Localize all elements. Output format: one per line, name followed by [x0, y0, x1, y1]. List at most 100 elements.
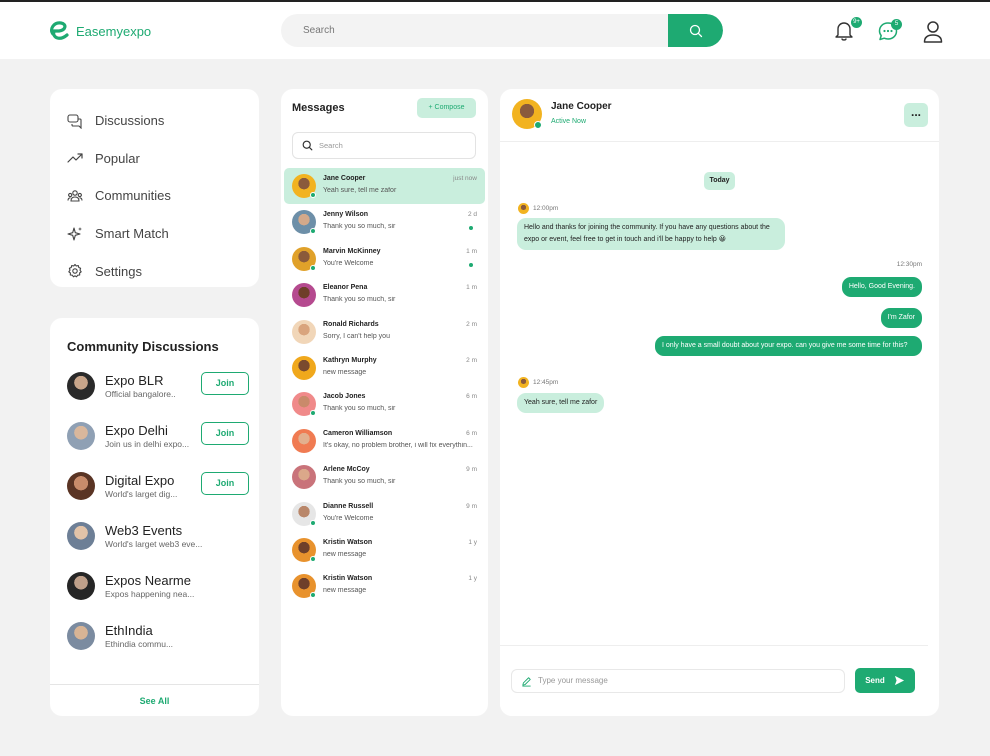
gear-icon: [68, 264, 82, 278]
conversation-item[interactable]: Ronald Richards Sorry, I can't help you …: [284, 314, 485, 350]
profile-button[interactable]: [922, 20, 944, 44]
conversation-time: 1 y: [468, 575, 477, 583]
panel-title: Messages: [292, 102, 345, 114]
sidebar-item-communities[interactable]: Communities: [50, 177, 259, 215]
community-item[interactable]: Expo BLR Official bangalore.. Join: [67, 372, 251, 404]
timestamp-text: 12:30pm: [896, 261, 922, 268]
conversation-item[interactable]: Cameron Williamson It's okay, no problem…: [284, 423, 485, 459]
conversation-preview: Thank you so much, sir: [323, 296, 396, 304]
join-button[interactable]: Join: [201, 372, 249, 395]
compose-button[interactable]: + Compose: [417, 98, 476, 118]
messages-search-input[interactable]: Search: [292, 132, 476, 159]
online-indicator: [310, 410, 316, 417]
online-indicator: [310, 192, 316, 198]
conversation-time: 2 m: [466, 320, 477, 328]
conversation-item[interactable]: Eleanor Pena Thank you so much, sir 1 m: [284, 277, 485, 313]
conversation-time: 6 m: [466, 429, 477, 437]
messages-button[interactable]: 5: [877, 19, 902, 44]
logo-mark-icon: [49, 21, 69, 40]
avatar: [67, 422, 95, 450]
message-input[interactable]: Type your message: [511, 669, 845, 693]
message-input-placeholder: Type your message: [538, 676, 608, 685]
avatar: [67, 472, 95, 500]
online-indicator: [310, 228, 316, 235]
community-name: Digital Expo: [105, 473, 175, 488]
conversation-item[interactable]: Marvin McKinney You're Welcome 1 m: [284, 241, 485, 277]
sidebar-item-label: Popular: [95, 150, 140, 166]
message-compose-bar: Type your message Send: [500, 645, 928, 716]
avatar: [67, 372, 95, 400]
community-name: Expo BLR: [105, 373, 164, 388]
search-input[interactable]: Search: [303, 14, 335, 47]
conversation-name: Kathryn Murphy: [323, 357, 377, 364]
conversation-item[interactable]: Jenny Wilson Thank you so much, sir 2 d: [284, 204, 485, 240]
app-logo[interactable]: Easemyexpo: [48, 20, 151, 42]
sidebar-item-discussions[interactable]: Discussions: [50, 102, 259, 140]
community-description: World's larget dig...: [105, 489, 178, 499]
chat-panel: Jane Cooper Active Now ... Today 12:00pm…: [500, 89, 939, 716]
conversation-name: Dianne Russell: [323, 502, 374, 510]
community-description: Join us in delhi expo...: [105, 439, 190, 449]
community-item[interactable]: Expo Delhi Join us in delhi expo... Join: [67, 422, 251, 454]
conversation-item[interactable]: Dianne Russell You're Welcome 9 m: [284, 496, 485, 532]
conversation-name: Jenny Wilson: [323, 211, 369, 219]
community-discussions-panel: Community Discussions Expo BLR Official …: [50, 318, 259, 716]
conversation-name: Kristin Watson: [323, 539, 373, 546]
search-button[interactable]: [668, 14, 723, 47]
sidebar-item-popular[interactable]: Popular: [50, 140, 259, 178]
avatar: [67, 572, 95, 600]
community-name: Web3 Events: [105, 523, 183, 538]
trending-icon: [67, 153, 83, 163]
avatar: [67, 622, 95, 650]
conversation-name: Eleanor Pena: [323, 284, 368, 292]
sidebar-item-smart-match[interactable]: Smart Match: [50, 215, 259, 253]
community-name: Expo Delhi: [105, 423, 168, 438]
notifications-button[interactable]: 9+: [834, 17, 862, 44]
conversation-preview: Thank you so much, sir: [323, 223, 396, 231]
chat-header: Jane Cooper Active Now ...: [500, 89, 939, 142]
app-name: Easemyexpo: [76, 23, 152, 39]
sidebar-item-label: Discussions: [95, 113, 165, 129]
conversation-time: 2 m: [466, 357, 477, 364]
conversation-time: just now: [453, 175, 477, 182]
conversation-item[interactable]: Kathryn Murphy new message 2 m: [284, 350, 485, 386]
join-button[interactable]: Join: [201, 472, 249, 495]
search-placeholder: Search: [319, 141, 343, 150]
sidebar-item-settings[interactable]: Settings: [50, 252, 259, 290]
conversation-preview: It's okay, no problem brother, i will fi…: [323, 441, 473, 449]
conversation-item[interactable]: Jane Cooper Yeah sure, tell me zafor jus…: [284, 168, 485, 204]
online-indicator: [310, 264, 316, 271]
outgoing-message: Hello, Good Evening.: [841, 277, 922, 297]
conversation-item[interactable]: Arlene McCoy Thank you so much, sir 9 m: [284, 459, 485, 495]
conversation-time: 9 m: [466, 502, 477, 510]
community-item[interactable]: EthIndia Ethindia commu...: [67, 622, 251, 654]
search-icon: [689, 24, 702, 37]
community-description: Expos happening nea...: [105, 589, 195, 599]
community-item[interactable]: Expos Nearme Expos happening nea...: [67, 572, 251, 604]
online-indicator: [534, 121, 542, 129]
community-description: World's larget web3 eve...: [105, 539, 203, 549]
send-button[interactable]: Send: [855, 668, 915, 693]
conversation-preview: new message: [323, 551, 367, 558]
see-all-link[interactable]: See All: [50, 684, 259, 716]
conversation-item[interactable]: Kristin Watson new message 1 y: [284, 532, 485, 568]
community-item[interactable]: Digital Expo World's larget dig... Join: [67, 472, 251, 504]
avatar: [518, 377, 529, 388]
pencil-icon: [522, 677, 531, 687]
messages-badge: 5: [891, 19, 902, 30]
unread-indicator: [469, 262, 473, 267]
sidebar-nav: Discussions Popular Communities Smart Ma…: [50, 89, 259, 287]
conversation-name: Arlene McCoy: [323, 466, 370, 474]
send-label: Send: [865, 676, 885, 685]
timestamp-text: 12:45pm: [533, 379, 559, 386]
avatar: [518, 203, 529, 214]
conversation-item[interactable]: Kristin Watson new message 1 y: [284, 568, 485, 604]
join-button[interactable]: Join: [201, 422, 249, 445]
conversation-item[interactable]: Jacob Jones Thank you so much, sir 6 m: [284, 386, 485, 422]
sparkle-icon: [67, 226, 82, 241]
community-item[interactable]: Web3 Events World's larget web3 eve...: [67, 522, 251, 554]
conversation-preview: Sorry, I can't help you: [323, 332, 390, 340]
more-options-button[interactable]: ...: [904, 103, 928, 127]
conversation-preview: Thank you so much, sir: [323, 405, 396, 413]
avatar: [292, 465, 316, 490]
